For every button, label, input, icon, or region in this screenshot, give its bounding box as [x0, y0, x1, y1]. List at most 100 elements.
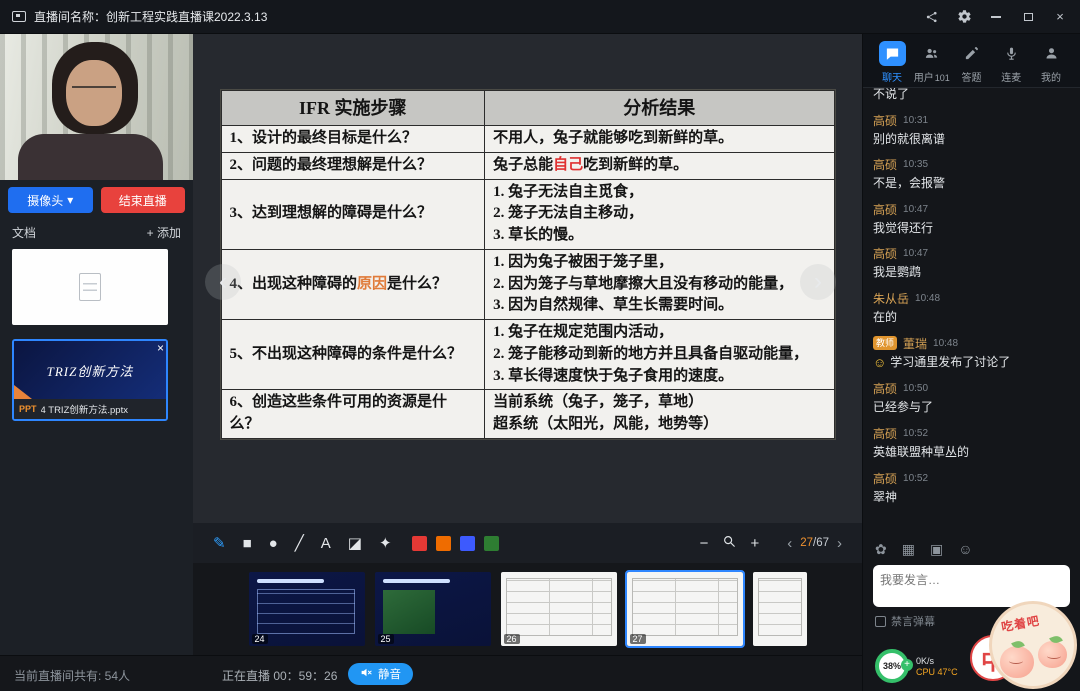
ppt-close-icon[interactable]: ×: [157, 341, 164, 355]
poll-icon[interactable]: ▦: [902, 541, 915, 558]
rect-tool-icon[interactable]: ■: [243, 536, 252, 551]
window-title: 直播间名称：创新工程实践直播课2022.3.13: [34, 10, 268, 24]
chat-timestamp: 10:35: [903, 159, 929, 171]
chat-message: 教师 董瑞 10:48 ☺ 学习通里发布了讨论了: [873, 335, 1070, 372]
webcam-video: [0, 34, 193, 180]
slide-thumbnail[interactable]: [752, 572, 807, 646]
chat-timestamp: 10:47: [903, 203, 929, 215]
thumbnail-page-number: 27: [629, 634, 646, 644]
color-swatch[interactable]: [411, 535, 427, 551]
chat-message-text: ☺ 学习通里发布了讨论了: [873, 354, 1011, 370]
tab-mine[interactable]: 我的: [1032, 41, 1070, 84]
tab-chat[interactable]: 聊天: [873, 41, 911, 84]
emoji-icon[interactable]: ☺: [958, 541, 972, 558]
teacher-badge: 教师: [873, 336, 898, 351]
chat-username: 高硕: [873, 202, 898, 217]
annotation-toolbar: ✎ ■ ● ╱ A ◪ ✦ − + ‹ 27/67 ›: [193, 523, 862, 563]
chat-icon: [878, 41, 906, 66]
slide-thumbnail[interactable]: 24: [248, 572, 365, 646]
marker-tool-icon[interactable]: ✦: [379, 536, 392, 551]
color-swatch[interactable]: [459, 535, 475, 551]
maximize-icon[interactable]: [1020, 9, 1036, 25]
chat-message: 高硕 10:50 已经参与了: [873, 380, 1070, 416]
chat-message: 高硕 10:47 我觉得还行: [873, 201, 1070, 237]
slide-table-row: 4、出现这种障碍的原因是什么？ 1. 因为兔子被困于笼子里， 2. 因为笼子与草地摩…: [220, 248, 835, 321]
close-icon[interactable]: ×: [1052, 9, 1068, 25]
chat-sidebar: 聊天 用户101 答题 连麦 我的 不说了 高硕 10:31 别的就很离谱 高硕 10:35 不是，…: [862, 34, 1080, 691]
add-doc-button[interactable]: + 添加: [147, 224, 181, 241]
tab-answer[interactable]: 答题: [953, 41, 991, 84]
slide-thumbnail[interactable]: 27: [624, 570, 745, 648]
sticker-icon[interactable]: ✿: [875, 541, 887, 558]
users-icon: [918, 41, 945, 66]
slide-table-row: 6、创造这些条件可用的资源是什么？ 当前系统（兔子，笼子，草地） 超系统（太阳光，风…: [220, 389, 835, 439]
mute-danmu-checkbox[interactable]: [875, 615, 886, 627]
slide-thumbnail[interactable]: 26: [500, 572, 617, 646]
peach-icon: [1000, 639, 1034, 678]
chat-message-text: 英雄联盟种草丛的: [873, 445, 970, 460]
zoom-out-icon[interactable]: −: [700, 535, 709, 552]
mic-icon: [998, 41, 1025, 66]
zoom-in-icon[interactable]: +: [750, 535, 759, 552]
chat-message-text: 我觉得还行: [873, 220, 934, 235]
performance-plus-icon[interactable]: +: [901, 659, 913, 671]
camera-button[interactable]: 摄像头 ▾: [8, 187, 93, 213]
chat-tabbar: 聊天 用户101 答题 连麦 我的: [863, 34, 1080, 88]
slide-thumbnail[interactable]: 25: [374, 572, 491, 646]
muted-speaker-icon: [360, 666, 373, 682]
slide-table-row: 5、不出现这种障碍的条件是什么？ 1. 兔子在规定范围内活动， 2. 笼子能移动到新…: [220, 319, 835, 391]
prev-page-icon[interactable]: ‹: [787, 535, 792, 552]
next-page-icon[interactable]: ›: [837, 535, 842, 552]
end-stream-button[interactable]: 结束直播: [100, 187, 185, 213]
chat-message-text: 不说了: [873, 88, 910, 101]
live-classroom-window: 直播间名称：创新工程实践直播课2022.3.13 × 摄像头 ▾ 结束直播 文档…: [0, 0, 1080, 691]
live-timer: 正在直播 00：59：26: [222, 669, 338, 683]
emoji-icon: ☺: [873, 354, 887, 370]
chat-message: 高硕 10:52 英雄联盟种草丛的: [873, 425, 1070, 461]
mascot-text: 吃着吧: [1000, 613, 1042, 635]
chat-message-text: 不是，会报警: [873, 176, 946, 191]
pen-tool-icon[interactable]: ✎: [213, 536, 226, 551]
next-slide-button[interactable]: ›: [800, 264, 836, 300]
user-count-badge: 101: [934, 73, 950, 83]
answer-icon: [958, 41, 985, 66]
text-tool-icon[interactable]: A: [321, 536, 331, 551]
minimize-icon[interactable]: [988, 9, 1004, 25]
tab-users[interactable]: 用户101: [913, 41, 951, 84]
doc-thumbnail[interactable]: [12, 249, 168, 325]
chat-message-text: 在的: [873, 309, 898, 324]
chat-list: 不说了 高硕 10:31 别的就很离谱 高硕 10:35 不是，会报警 高硕 10:47 我觉得还…: [863, 88, 1080, 536]
tab-mic[interactable]: 连麦: [992, 41, 1030, 84]
chat-message: 高硕 10:35 不是，会报警: [873, 156, 1070, 192]
ppt-badge: PPT: [19, 404, 37, 414]
chat-username: 高硕: [873, 247, 898, 262]
document-icon: [79, 273, 101, 301]
chat-message-text: 我是鹦鹉: [873, 265, 922, 280]
color-swatch[interactable]: [483, 535, 499, 551]
slide-table-row: 3、达到理想解的障碍是什么？ 1. 兔子无法自主觅食， 2. 笼子无法自主移动， 3.…: [220, 178, 835, 250]
chat-timestamp: 10:50: [903, 383, 929, 395]
chat-username: 高硕: [873, 158, 898, 173]
chat-timestamp: 10:48: [933, 337, 959, 349]
prev-slide-button[interactable]: ‹: [205, 264, 241, 300]
thumbnail-strip: 24 25 26 27: [193, 563, 862, 655]
share-icon[interactable]: [924, 9, 940, 25]
mute-button[interactable]: 静音: [348, 663, 413, 685]
mute-danmu-label: 禁言弹幕: [891, 616, 935, 628]
settings-gear-icon[interactable]: [956, 9, 972, 25]
chat-input[interactable]: [880, 571, 1063, 601]
magnifier-icon[interactable]: [722, 534, 736, 552]
chat-timestamp: 10:47: [903, 248, 929, 260]
app-icon: [12, 11, 26, 22]
ppt-thumbnail[interactable]: TRIZ创新方法 × PPT 4 TRIZ创新方法.pptx: [12, 339, 168, 421]
slide-stage: IFR 实施步骤 分析结果 1、设计的最终目标是什么？ 不用人，兔子就能够吃到新鲜…: [193, 34, 862, 523]
image-icon[interactable]: ▣: [930, 541, 943, 558]
color-swatch[interactable]: [435, 535, 451, 551]
presenter-silhouette: [18, 134, 163, 180]
ellipse-tool-icon[interactable]: ●: [269, 536, 278, 551]
chat-timestamp: 10:52: [903, 428, 929, 440]
bottom-bar: 当前直播间共有: 54人 正在直播 00：59：26 静音: [0, 655, 862, 691]
slide-table-row: 1、设计的最终目标是什么？ 不用人，兔子就能够吃到新鲜的草。: [220, 125, 835, 153]
line-tool-icon[interactable]: ╱: [295, 536, 304, 551]
eraser-tool-icon[interactable]: ◪: [348, 536, 362, 551]
